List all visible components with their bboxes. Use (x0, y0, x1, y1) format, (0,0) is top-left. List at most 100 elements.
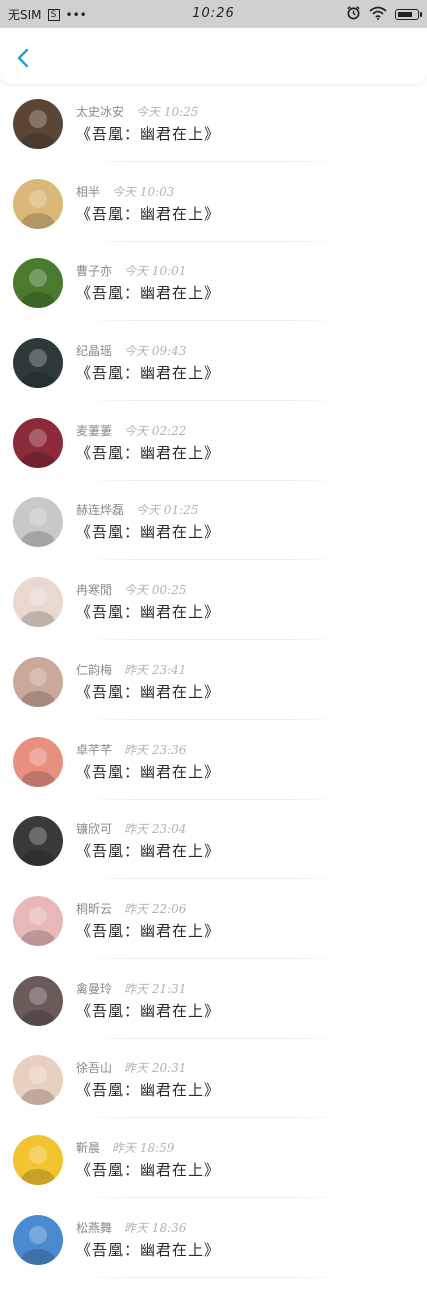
conversation-list: 太史冰安 今天 10:25 《吾凰：幽君在上》 相半 今天 10:03 《吾凰：幽君在上》… (0, 94, 427, 1289)
message-text: 《吾凰：幽君在上》 (76, 443, 221, 462)
divider (84, 1117, 340, 1119)
item-meta: 卓芊芊 昨天 23:36 (76, 741, 186, 758)
item-meta: 麦萋萋 今天 02:22 (76, 422, 186, 439)
avatar[interactable] (13, 99, 63, 149)
user-name: 麦萋萋 (76, 423, 113, 438)
list-item[interactable]: 桐昕云 昨天 22:06 《吾凰：幽君在上》 (0, 891, 427, 971)
item-meta: 赫连烨磊 今天 01:25 (76, 501, 198, 518)
status-right (346, 5, 422, 23)
list-item[interactable]: 镰欣可 昨天 23:04 《吾凰：幽君在上》 (0, 811, 427, 891)
user-name: 仁韵梅 (76, 662, 113, 677)
avatar[interactable] (13, 816, 63, 867)
avatar[interactable] (13, 736, 63, 787)
avatar[interactable] (13, 258, 63, 309)
message-text: 《吾凰：幽君在上》 (76, 523, 221, 542)
item-meta: 桐昕云 昨天 22:06 (76, 900, 186, 917)
avatar[interactable] (13, 1055, 63, 1106)
divider (84, 479, 340, 481)
timestamp: 昨天 23:41 (124, 662, 187, 677)
list-item[interactable]: 徐吾山 昨天 20:31 《吾凰：幽君在上》 (0, 1050, 427, 1130)
divider (84, 240, 340, 242)
message-text: 《吾凰：幽君在上》 (76, 1240, 221, 1259)
timestamp: 昨天 22:06 (124, 901, 187, 916)
list-item[interactable]: 相半 今天 10:03 《吾凰：幽君在上》 (0, 174, 427, 254)
divider (84, 1037, 340, 1039)
timestamp: 今天 10:01 (124, 264, 187, 279)
chevron-left-icon (17, 48, 29, 68)
list-item[interactable]: 冉寒閒 今天 00:25 《吾凰：幽君在上》 (0, 572, 427, 652)
divider (84, 878, 340, 880)
item-meta: 徐吾山 昨天 20:31 (76, 1059, 186, 1076)
timestamp: 昨天 21:31 (124, 981, 187, 996)
wifi-icon (369, 6, 387, 23)
item-meta: 相半 今天 10:03 (76, 183, 174, 200)
message-text: 《吾凰：幽君在上》 (76, 125, 221, 143)
avatar[interactable] (13, 497, 63, 548)
user-name: 禽曼玲 (76, 981, 113, 996)
divider (84, 559, 340, 561)
message-text: 《吾凰：幽君在上》 (76, 603, 221, 622)
user-name: 松燕舞 (76, 1220, 113, 1235)
avatar[interactable] (13, 975, 63, 1026)
timestamp: 昨天 18:59 (112, 1140, 175, 1155)
status-bar: 无SIM S ••• 10:26 (0, 0, 427, 28)
user-name: 桐昕云 (76, 901, 113, 916)
list-item[interactable]: 曹子亦 今天 10:01 《吾凰：幽君在上》 (0, 253, 427, 333)
user-name: 徐吾山 (76, 1061, 113, 1076)
divider (84, 1196, 340, 1198)
message-text: 《吾凰：幽君在上》 (76, 204, 221, 223)
user-name: 卓芊芊 (76, 742, 113, 757)
list-item[interactable]: 麦萋萋 今天 02:22 《吾凰：幽君在上》 (0, 413, 427, 493)
list-item[interactable]: 纪晶瑶 今天 09:43 《吾凰：幽君在上》 (0, 333, 427, 413)
avatar[interactable] (13, 338, 63, 389)
divider (84, 1276, 340, 1278)
list-item[interactable]: 赫连烨磊 今天 01:25 《吾凰：幽君在上》 (0, 492, 427, 572)
avatar[interactable] (13, 1214, 63, 1265)
list-item[interactable]: 太史冰安 今天 10:25 《吾凰：幽君在上》 (0, 94, 427, 174)
avatar[interactable] (13, 895, 63, 946)
user-name: 曹子亦 (76, 264, 113, 279)
battery-charging-icon (395, 8, 422, 20)
divider (84, 718, 340, 720)
list-item[interactable]: 松燕舞 昨天 18:36 《吾凰：幽君在上》 (0, 1210, 427, 1289)
top-nav-bar (0, 28, 427, 84)
divider (84, 161, 340, 162)
avatar[interactable] (13, 417, 63, 468)
list-item[interactable]: 卓芊芊 昨天 23:36 《吾凰：幽君在上》 (0, 732, 427, 812)
timestamp: 今天 09:43 (124, 344, 187, 359)
user-name: 靳晨 (76, 1140, 101, 1155)
user-name: 纪晶瑶 (76, 344, 113, 359)
item-meta: 镰欣可 昨天 23:04 (76, 820, 186, 837)
item-meta: 纪晶瑶 今天 09:43 (76, 342, 186, 359)
list-item[interactable]: 靳晨 昨天 18:59 《吾凰：幽君在上》 (0, 1130, 427, 1210)
timestamp: 今天 10:25 (136, 105, 199, 119)
list-item[interactable]: 仁韵梅 昨天 23:41 《吾凰：幽君在上》 (0, 652, 427, 732)
message-text: 《吾凰：幽君在上》 (76, 842, 221, 861)
user-name: 赫连烨磊 (76, 503, 125, 518)
message-text: 《吾凰：幽君在上》 (76, 284, 221, 303)
avatar[interactable] (13, 178, 63, 229)
message-text: 《吾凰：幽君在上》 (76, 364, 221, 383)
divider (84, 798, 340, 800)
list-item[interactable]: 禽曼玲 昨天 21:31 《吾凰：幽君在上》 (0, 971, 427, 1051)
item-meta: 曹子亦 今天 10:01 (76, 262, 186, 279)
timestamp: 今天 02:22 (124, 423, 187, 438)
divider (84, 320, 340, 322)
divider (84, 957, 340, 959)
message-text: 《吾凰：幽君在上》 (76, 1001, 221, 1020)
avatar[interactable] (13, 656, 63, 707)
message-text: 《吾凰：幽君在上》 (76, 921, 221, 940)
avatar[interactable] (13, 577, 63, 628)
avatar[interactable] (13, 1134, 63, 1185)
message-text: 《吾凰：幽君在上》 (76, 682, 221, 701)
timestamp: 昨天 20:31 (124, 1061, 187, 1076)
item-meta: 禽曼玲 昨天 21:31 (76, 980, 186, 997)
item-meta: 靳晨 昨天 18:59 (76, 1139, 174, 1156)
item-meta: 松燕舞 昨天 18:36 (76, 1219, 186, 1236)
timestamp: 昨天 23:36 (124, 742, 187, 757)
message-text: 《吾凰：幽君在上》 (76, 1160, 221, 1179)
timestamp: 今天 10:03 (112, 184, 175, 199)
back-button[interactable] (12, 44, 36, 72)
message-text: 《吾凰：幽君在上》 (76, 1081, 221, 1100)
user-name: 相半 (76, 184, 101, 199)
